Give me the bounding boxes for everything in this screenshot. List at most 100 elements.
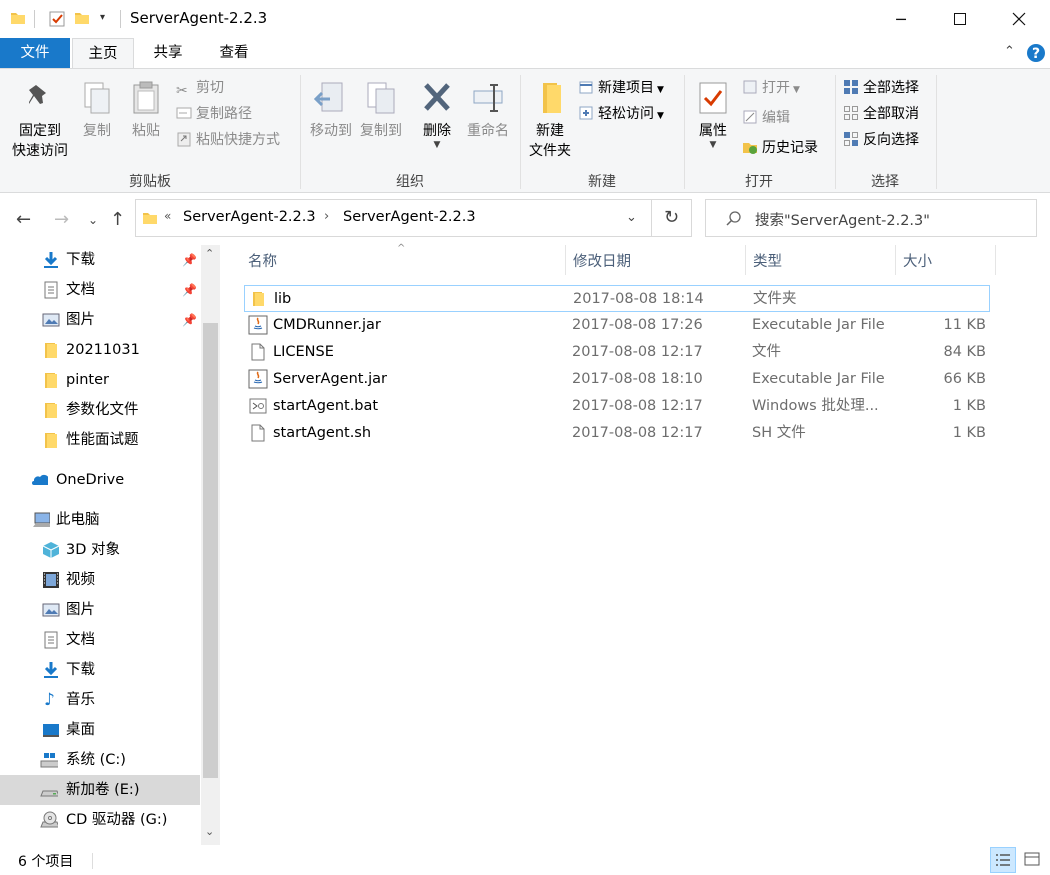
copy-path-button[interactable]: 复制路径 (176, 103, 252, 125)
new-folder-icon[interactable] (74, 10, 90, 26)
move-to-button[interactable]: 移动到 (306, 81, 356, 141)
nav-item-folder[interactable]: pinter (0, 365, 200, 395)
nav-item-this-pc[interactable]: 此电脑 (0, 505, 200, 535)
copy-to-button[interactable]: 复制到 (356, 81, 406, 141)
nav-item-documents[interactable]: 文档 📌 (0, 275, 200, 305)
details-view-icon (996, 854, 1010, 866)
nav-item-folder[interactable]: 20211031 (0, 335, 200, 365)
rename-icon (473, 84, 503, 112)
search-box[interactable]: 搜索"ServerAgent-2.2.3" (705, 199, 1037, 237)
search-icon (726, 211, 741, 226)
address-bar[interactable]: « ServerAgent-2.2.3 › ServerAgent-2.2.3 … (135, 199, 652, 237)
collapse-ribbon-icon[interactable]: ⌃ (1004, 44, 1015, 59)
properties-icon (699, 82, 727, 114)
minimize-button[interactable]: ─ (878, 0, 924, 38)
invert-selection-button[interactable]: 反向选择 (843, 129, 919, 151)
nav-item-music[interactable]: ♪ 音乐 (0, 685, 200, 715)
maximize-icon (954, 13, 966, 25)
nav-item-folder[interactable]: 性能面试题 (0, 425, 200, 455)
delete-button[interactable]: 删除 ▼ (414, 81, 460, 150)
new-folder-button[interactable]: 新建 文件夹 (524, 81, 576, 161)
document-icon (44, 281, 58, 299)
pin-icon[interactable]: 📌 (182, 305, 197, 335)
tab-home[interactable]: 主页 (72, 38, 134, 69)
help-icon[interactable]: ? (1026, 43, 1046, 63)
nav-item-drive-c[interactable]: 系统 (C:) (0, 745, 200, 775)
history-button[interactable]: 历史记录 (742, 137, 818, 159)
edit-icon (743, 110, 757, 124)
edit-button[interactable]: 编辑 (742, 107, 790, 129)
tab-view[interactable]: 查看 (204, 38, 264, 68)
column-header-type[interactable]: 类型 (753, 245, 782, 279)
scrollbar-thumb[interactable] (203, 323, 218, 778)
onedrive-icon (32, 474, 48, 485)
breadcrumb-item[interactable]: ServerAgent-2.2.3 (183, 209, 316, 225)
nav-item-downloads[interactable]: 下载 📌 (0, 245, 200, 275)
pin-icon[interactable]: 📌 (182, 275, 197, 305)
table-row[interactable]: ServerAgent.jar 2017-08-08 18:10 Executa… (244, 366, 990, 393)
folder-icon (45, 373, 57, 388)
paste-shortcut-icon (177, 132, 191, 147)
close-button[interactable] (996, 0, 1042, 38)
nav-item-3d-objects[interactable]: 3D 对象 (0, 535, 200, 565)
scroll-down-icon[interactable]: ⌄ (205, 825, 214, 838)
properties-icon[interactable] (48, 10, 66, 28)
forward-button[interactable]: → (54, 209, 69, 230)
nav-item-pictures[interactable]: 图片 (0, 595, 200, 625)
nav-item-documents[interactable]: 文档 (0, 625, 200, 655)
folder-icon (253, 292, 264, 306)
more-locations-icon[interactable]: « (164, 209, 171, 223)
scroll-up-icon[interactable]: ⌃ (205, 247, 214, 260)
column-header-size[interactable]: 大小 (903, 245, 932, 279)
table-row[interactable]: lib 2017-08-08 18:14 文件夹 (244, 285, 990, 312)
breadcrumb-item[interactable]: ServerAgent-2.2.3 (343, 209, 476, 225)
nav-item-pictures[interactable]: 图片 📌 (0, 305, 200, 335)
nav-item-drive-e[interactable]: 新加卷 (E:) (0, 775, 200, 805)
customize-toolbar-icon[interactable]: ▾ (100, 12, 105, 23)
select-none-button[interactable]: 全部取消 (843, 103, 919, 125)
recent-locations-button[interactable]: ⌄ (88, 213, 98, 227)
drive-icon (40, 790, 58, 797)
pin-icon[interactable]: 📌 (182, 245, 197, 275)
copy-icon (84, 82, 110, 114)
nav-item-desktop[interactable]: 桌面 (0, 715, 200, 745)
nav-item-downloads[interactable]: 下载 (0, 655, 200, 685)
nav-item-videos[interactable]: 视频 (0, 565, 200, 595)
pin-quick-access-button[interactable]: 固定到 快速访问 (6, 81, 74, 161)
new-item-button[interactable]: 新建项目 ▼ (578, 77, 664, 99)
nav-item-onedrive[interactable]: OneDrive (0, 465, 200, 495)
select-all-button[interactable]: 全部选择 (843, 77, 919, 99)
nav-scrollbar[interactable]: ⌃ ⌄ (201, 245, 220, 845)
column-header-name[interactable]: 名称 (248, 245, 277, 279)
breadcrumb-chevron-icon[interactable]: › (324, 209, 329, 224)
cut-button[interactable]: ✂ 剪切 (176, 77, 224, 99)
chevron-down-icon: ▼ (709, 140, 717, 150)
large-icons-view-button[interactable] (1020, 847, 1046, 873)
properties-button[interactable]: 属性 ▼ (690, 81, 736, 150)
tab-file[interactable]: 文件 (0, 38, 70, 68)
back-button[interactable]: ← (16, 209, 31, 230)
up-button[interactable]: ↑ (110, 209, 125, 230)
rename-button[interactable]: 重命名 (462, 81, 514, 141)
cd-drive-icon (40, 811, 58, 828)
paste-button[interactable]: 粘贴 (124, 81, 168, 141)
details-view-button[interactable] (990, 847, 1016, 873)
table-row[interactable]: LICENSE 2017-08-08 12:17 文件 84 KB (244, 339, 990, 366)
tab-share[interactable]: 共享 (138, 38, 198, 68)
address-dropdown-icon[interactable]: ⌄ (626, 210, 637, 225)
open-button[interactable]: 打开 ▼ (742, 77, 800, 99)
table-row[interactable]: startAgent.sh 2017-08-08 12:17 SH 文件 1 K… (244, 420, 990, 447)
refresh-button[interactable]: ↻ (652, 199, 692, 237)
paste-shortcut-button[interactable]: 粘贴快捷方式 (176, 129, 280, 151)
easy-access-button[interactable]: 轻松访问 ▼ (578, 103, 664, 125)
table-row[interactable]: CMDRunner.jar 2017-08-08 17:26 Executabl… (244, 312, 990, 339)
column-header-date[interactable]: 修改日期 (573, 245, 631, 279)
maximize-button[interactable] (937, 0, 983, 38)
table-row[interactable]: startAgent.bat 2017-08-08 12:17 Windows … (244, 393, 990, 420)
nav-item-drive-g[interactable]: CD 驱动器 (G:) (0, 805, 200, 835)
search-input[interactable]: 搜索"ServerAgent-2.2.3" (755, 209, 930, 230)
download-icon (44, 662, 58, 678)
nav-item-folder[interactable]: 参数化文件 (0, 395, 200, 425)
copy-button[interactable]: 复制 (76, 81, 118, 141)
music-icon: ♪ (44, 690, 55, 710)
